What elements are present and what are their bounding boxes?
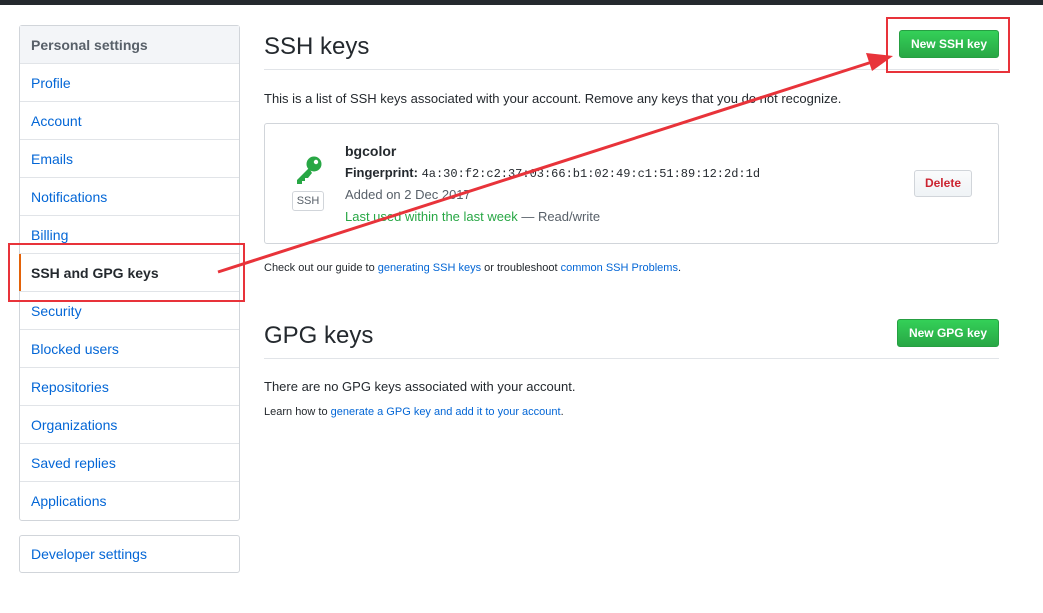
sidebar-item-repositories[interactable]: Repositories	[20, 368, 239, 406]
new-gpg-key-button[interactable]: New GPG key	[896, 319, 999, 347]
sidebar-item-developer-settings[interactable]: Developer settings	[20, 536, 239, 572]
top-bar	[0, 0, 1043, 5]
added-date: Added on 2 Dec 2017	[345, 187, 471, 202]
common-ssh-problems-link[interactable]: common SSH Problems	[561, 262, 678, 274]
sidebar-item-saved-replies[interactable]: Saved replies	[20, 444, 239, 482]
fingerprint-value: 4a:30:f2:c2:37:03:66:b1:02:49:c1:51:89:1…	[421, 167, 761, 181]
fingerprint-row: Fingerprint: 4a:30:f2:c2:37:03:66:b1:02:…	[345, 165, 760, 181]
guide-middle: or troubleshoot	[481, 262, 561, 274]
main-content: SSH keys New SSH key This is a list of S…	[264, 25, 999, 418]
ssh-key-item: SSH bgcolor Fingerprint: 4a:30:f2:c2:37:…	[264, 123, 999, 244]
sidebar-item-account[interactable]: Account	[20, 102, 239, 140]
sidebar-item-profile[interactable]: Profile	[20, 64, 239, 102]
gpg-learn-text: Learn how to generate a GPG key and add …	[264, 406, 999, 418]
guide-prefix: Check out our guide to	[264, 262, 378, 274]
sidebar-item-blocked-users[interactable]: Blocked users	[20, 330, 239, 368]
learn-suffix: .	[560, 406, 564, 418]
gpg-section-header: GPG keys New GPG key	[264, 314, 999, 359]
gpg-keys-title: GPG keys	[264, 322, 374, 349]
last-used-text: Last used within the last week	[345, 209, 518, 224]
ssh-guide-text: Check out our guide to generating SSH ke…	[264, 262, 999, 274]
sidebar-header: Personal settings	[20, 26, 239, 64]
generate-gpg-key-link[interactable]: generate a GPG key and add it to your ac…	[331, 406, 561, 418]
learn-prefix: Learn how to	[264, 406, 331, 418]
guide-suffix: .	[677, 262, 682, 274]
developer-settings-box: Developer settings	[19, 535, 240, 573]
ssh-keys-title: SSH keys	[264, 33, 370, 60]
sidebar-item-applications[interactable]: Applications	[20, 482, 239, 520]
sidebar-item-notifications[interactable]: Notifications	[20, 178, 239, 216]
generating-ssh-keys-link[interactable]: generating SSH keys	[378, 262, 481, 274]
sidebar-item-organizations[interactable]: Organizations	[20, 406, 239, 444]
delete-key-button[interactable]: Delete	[913, 170, 972, 197]
sidebar-item-emails[interactable]: Emails	[20, 140, 239, 178]
access-level: — Read/write	[517, 209, 601, 224]
fingerprint-label: Fingerprint:	[345, 165, 418, 180]
key-icon	[297, 156, 322, 184]
annotation-box-sidebar	[8, 243, 245, 302]
ssh-description: This is a list of SSH keys associated wi…	[264, 91, 842, 106]
annotation-box-new-ssh-key	[886, 17, 1010, 73]
key-title: bgcolor	[345, 143, 397, 159]
gpg-description: There are no GPG keys associated with yo…	[264, 379, 576, 394]
ssh-badge: SSH	[292, 191, 324, 211]
last-used-row: Last used within the last week — Read/wr…	[345, 209, 600, 224]
